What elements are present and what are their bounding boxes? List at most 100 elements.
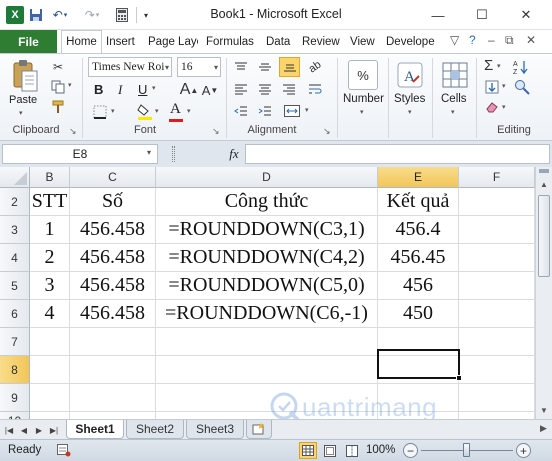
font-launcher-icon[interactable]: ↘ — [212, 126, 220, 137]
cell-d7[interactable] — [156, 328, 378, 356]
tab-home[interactable]: Home — [61, 30, 102, 53]
increase-indent-icon[interactable] — [256, 102, 274, 120]
cell-b8[interactable] — [30, 356, 70, 384]
clear-dropdown-icon[interactable]: ▾ — [502, 103, 506, 111]
cell-e5[interactable]: 456 — [378, 272, 459, 300]
cell-c7[interactable] — [70, 328, 156, 356]
vertical-scrollbar[interactable]: ▲ ▼ — [535, 167, 552, 419]
row-header[interactable]: 3 — [0, 216, 30, 244]
hscroll-right-icon[interactable]: ▶ — [540, 423, 547, 434]
page-layout-view-icon[interactable] — [321, 442, 339, 459]
cell-d3[interactable]: =ROUNDDOWN(C3,1) — [156, 216, 378, 244]
cell-f5[interactable] — [459, 272, 535, 300]
cell-b4[interactable]: 2 — [30, 244, 70, 272]
sheet-tab-sheet3[interactable]: Sheet3 — [186, 420, 244, 439]
paste-icon[interactable] — [10, 58, 40, 94]
merge-center-icon[interactable] — [282, 102, 302, 120]
cell-c4[interactable]: 456.458 — [70, 244, 156, 272]
font-name-select[interactable]: Times New Roi ▾ — [88, 57, 172, 77]
zoom-level[interactable]: 100% — [366, 444, 395, 456]
cell-b10[interactable] — [30, 412, 70, 419]
autosum-button[interactable]: Σ — [484, 57, 493, 74]
font-color-dropdown-icon[interactable]: ▾ — [187, 107, 191, 115]
cell-b5[interactable]: 3 — [30, 272, 70, 300]
wrap-text-icon[interactable] — [306, 80, 324, 98]
find-select-icon[interactable] — [512, 78, 532, 96]
cell-c6[interactable]: 456.458 — [70, 300, 156, 328]
sheet-tab-sheet1[interactable]: Sheet1 — [66, 420, 124, 439]
cell-b7[interactable] — [30, 328, 70, 356]
align-right-icon[interactable] — [280, 80, 298, 98]
merge-dropdown-icon[interactable]: ▾ — [305, 106, 309, 114]
name-box-dropdown-icon[interactable]: ▾ — [147, 148, 151, 157]
tab-page-layout[interactable]: Page Layo — [148, 30, 198, 53]
minimize-ribbon-icon[interactable]: ▽ — [450, 33, 459, 47]
cell-f3[interactable] — [459, 216, 535, 244]
borders-dropdown-icon[interactable]: ▾ — [111, 107, 115, 115]
underline-dropdown-icon[interactable]: ▾ — [152, 84, 156, 92]
help-icon[interactable]: ? — [469, 33, 476, 47]
workbook-close-icon[interactable]: ✕ — [526, 33, 536, 47]
last-sheet-icon[interactable]: ▶| — [47, 422, 61, 438]
tab-data[interactable]: Data — [266, 30, 294, 53]
fill-color-icon[interactable] — [137, 103, 153, 121]
close-button[interactable]: ✕ — [510, 0, 542, 30]
underline-button[interactable]: U — [138, 82, 147, 97]
cell-d5[interactable]: =ROUNDDOWN(C5,0) — [156, 272, 378, 300]
cell-b9[interactable] — [30, 384, 70, 412]
formula-bar-resize-handle[interactable] — [172, 146, 175, 162]
fill-color-dropdown-icon[interactable]: ▾ — [155, 107, 159, 115]
normal-view-icon[interactable] — [299, 442, 317, 459]
paste-button[interactable]: Paste — [9, 94, 37, 106]
styles-button[interactable]: Styles — [394, 93, 425, 105]
fill-handle[interactable] — [456, 375, 462, 381]
cell-c2[interactable]: Số — [70, 188, 156, 216]
workbook-minimize-icon[interactable]: – — [488, 33, 495, 47]
orientation-icon[interactable]: ab — [302, 54, 327, 79]
cell-d4[interactable]: =ROUNDDOWN(C4,2) — [156, 244, 378, 272]
cells-button[interactable]: Cells — [441, 93, 467, 105]
zoom-out-button[interactable]: − — [403, 443, 418, 458]
formula-input[interactable] — [245, 144, 550, 164]
column-header-d[interactable]: D — [156, 167, 378, 188]
column-header-c[interactable]: C — [70, 167, 156, 188]
cell-f8[interactable] — [459, 356, 535, 384]
cell-f2[interactable] — [459, 188, 535, 216]
row-header[interactable]: 2 — [0, 188, 30, 216]
scroll-thumb[interactable] — [538, 195, 550, 277]
cell-f6[interactable] — [459, 300, 535, 328]
font-color-button[interactable]: A — [170, 101, 181, 118]
alignment-launcher-icon[interactable]: ↘ — [323, 126, 331, 137]
autosum-dropdown-icon[interactable]: ▾ — [497, 62, 501, 70]
align-bottom-icon[interactable] — [279, 57, 300, 77]
cell-b6[interactable]: 4 — [30, 300, 70, 328]
zoom-slider-thumb[interactable] — [463, 443, 470, 457]
insert-function-button[interactable]: fx — [224, 144, 244, 164]
number-format-icon[interactable]: % — [348, 60, 378, 90]
align-middle-icon[interactable] — [256, 58, 274, 76]
tab-formulas[interactable]: Formulas — [206, 30, 258, 53]
cell-d6[interactable]: =ROUNDDOWN(C6,-1) — [156, 300, 378, 328]
align-top-icon[interactable] — [232, 58, 250, 76]
first-sheet-icon[interactable]: |◀ — [2, 422, 16, 438]
minimize-button[interactable]: — — [422, 0, 454, 30]
cell-f4[interactable] — [459, 244, 535, 272]
row-header[interactable]: 9 — [0, 384, 30, 412]
cell-c3[interactable]: 456.458 — [70, 216, 156, 244]
tab-review[interactable]: Review — [302, 30, 342, 53]
cells-icon[interactable] — [440, 60, 470, 90]
styles-dropdown-icon[interactable]: ▾ — [408, 108, 412, 116]
cut-icon[interactable]: ✂ — [50, 59, 66, 75]
cell-c10[interactable] — [70, 412, 156, 419]
cells-dropdown-icon[interactable]: ▾ — [451, 108, 455, 116]
sort-filter-icon[interactable]: AZ — [512, 58, 530, 76]
row-header[interactable]: 8 — [0, 356, 30, 384]
scroll-up-icon[interactable]: ▲ — [536, 177, 552, 191]
row-header[interactable]: 4 — [0, 244, 30, 272]
workbook-restore-icon[interactable]: ⧉ — [505, 33, 514, 48]
clipboard-launcher-icon[interactable]: ↘ — [69, 126, 77, 137]
prev-sheet-icon[interactable]: ◀ — [17, 422, 31, 438]
column-header-b[interactable]: B — [30, 167, 70, 188]
row-header[interactable]: 10 — [0, 412, 30, 419]
page-break-view-icon[interactable] — [343, 442, 361, 459]
